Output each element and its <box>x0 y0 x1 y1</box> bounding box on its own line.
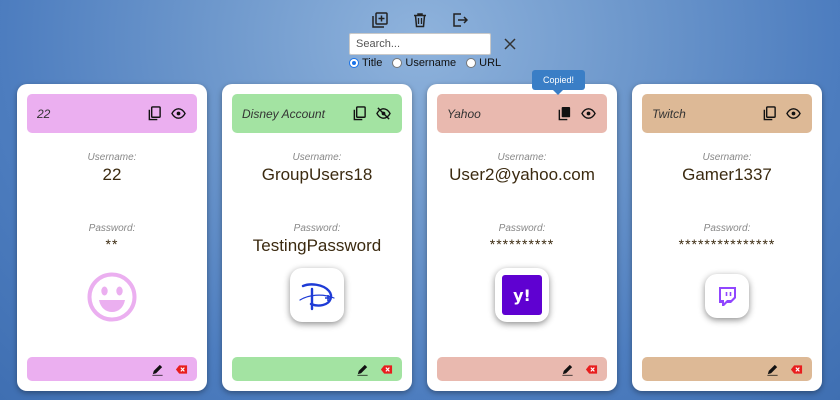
card-footer <box>437 357 607 381</box>
username-value: 22 <box>102 165 122 184</box>
delete-x-icon <box>585 364 597 374</box>
filter-username-radio[interactable]: Username <box>392 57 456 69</box>
card-footer <box>27 357 197 381</box>
username-label: Username: <box>702 152 752 163</box>
delete-entry-button[interactable] <box>378 361 394 377</box>
password-label: Password: <box>703 223 751 234</box>
delete-button[interactable] <box>410 10 430 30</box>
card-footer <box>642 357 812 381</box>
show-password-button[interactable] <box>169 105 187 123</box>
delete-x-icon <box>790 364 802 374</box>
card-title: Disney Account <box>242 106 325 121</box>
card-header: Twitch <box>642 94 812 133</box>
username-value: Gamer1337 <box>682 165 772 184</box>
delete-entry-button[interactable] <box>173 361 189 377</box>
copy-password-button[interactable] <box>350 105 368 123</box>
password-label: Password: <box>88 223 136 234</box>
delete-x-icon <box>175 364 187 374</box>
eye-icon <box>170 108 186 119</box>
copy-password-button[interactable] <box>760 105 778 123</box>
password-value: TestingPassword <box>252 236 382 255</box>
clear-search-button[interactable] <box>504 34 516 54</box>
card-title: Twitch <box>652 106 686 121</box>
filter-title-label: Title <box>362 57 383 69</box>
delete-entry-button[interactable] <box>788 361 804 377</box>
pencil-icon <box>561 364 573 376</box>
copy-icon <box>148 106 161 121</box>
radio-checked-icon <box>349 58 359 68</box>
card-header: Disney Account <box>232 94 402 133</box>
search-input[interactable] <box>350 34 504 54</box>
filter-url-radio[interactable]: URL <box>466 57 501 69</box>
copied-tooltip: Copied! <box>532 70 585 95</box>
smiley-icon <box>87 272 137 322</box>
copy-filled-icon <box>558 106 570 121</box>
card-header: Yahoo <box>437 94 607 133</box>
edit-button[interactable] <box>559 361 575 377</box>
filter-url-label: URL <box>479 57 502 69</box>
edit-button[interactable] <box>354 361 370 377</box>
hide-password-button[interactable] <box>374 105 392 123</box>
username-label: Username: <box>87 152 137 163</box>
pencil-icon <box>356 364 368 376</box>
toolbar <box>370 10 490 30</box>
password-card: Disney Account Username: GroupUsers18 Pa… <box>222 84 412 391</box>
card-header: 22 <box>27 94 197 133</box>
twitch-logo <box>705 274 749 318</box>
delete-x-icon <box>380 364 392 374</box>
card-footer <box>232 357 402 381</box>
yahoo-icon: y! <box>502 275 542 315</box>
card-title: 22 <box>37 106 51 121</box>
add-entry-icon <box>372 12 388 28</box>
disney-icon <box>299 283 335 311</box>
password-card: Yahoo Username: User2@yahoo.com Password… <box>427 84 617 391</box>
radio-unchecked-icon <box>392 58 403 68</box>
filter-username-label: Username <box>405 57 457 69</box>
search-box <box>349 33 516 55</box>
logout-button[interactable] <box>450 10 470 30</box>
delete-icon <box>414 13 426 28</box>
show-password-button[interactable] <box>579 105 597 123</box>
username-label: Username: <box>497 152 547 163</box>
radio-unchecked-icon <box>466 58 477 68</box>
filter-title-radio[interactable]: Title <box>349 57 382 69</box>
eye-icon <box>785 108 801 119</box>
close-icon <box>504 38 516 50</box>
copy-icon <box>353 106 366 121</box>
username-label: Username: <box>292 152 342 163</box>
username-value: User2@yahoo.com <box>449 165 595 184</box>
password-value: ********** <box>489 236 555 252</box>
add-entry-button[interactable] <box>370 10 390 30</box>
eye-off-icon <box>375 107 391 120</box>
disney-logo <box>290 268 344 322</box>
password-card: 22 Username: 22 Password: ** <box>17 84 207 391</box>
copy-icon <box>763 106 776 121</box>
password-label: Password: <box>293 223 341 234</box>
password-card: Twitch Username: Gamer1337 Password: ***… <box>632 84 822 391</box>
password-value: *************** <box>678 236 776 252</box>
pencil-icon <box>151 364 163 376</box>
twitch-icon <box>719 287 736 306</box>
username-value: GroupUsers18 <box>261 165 373 184</box>
copy-password-button[interactable] <box>145 105 163 123</box>
pencil-icon <box>766 364 778 376</box>
edit-button[interactable] <box>149 361 165 377</box>
yahoo-logo: y! <box>495 268 549 322</box>
password-value: ** <box>105 236 119 252</box>
delete-entry-button[interactable] <box>583 361 599 377</box>
copy-password-button[interactable] <box>555 105 573 123</box>
card-title: Yahoo <box>447 106 481 121</box>
logout-icon <box>453 13 468 27</box>
password-label: Password: <box>498 223 546 234</box>
eye-icon <box>580 108 596 119</box>
show-password-button[interactable] <box>784 105 802 123</box>
search-filter: Title Username URL <box>349 57 511 69</box>
edit-button[interactable] <box>764 361 780 377</box>
